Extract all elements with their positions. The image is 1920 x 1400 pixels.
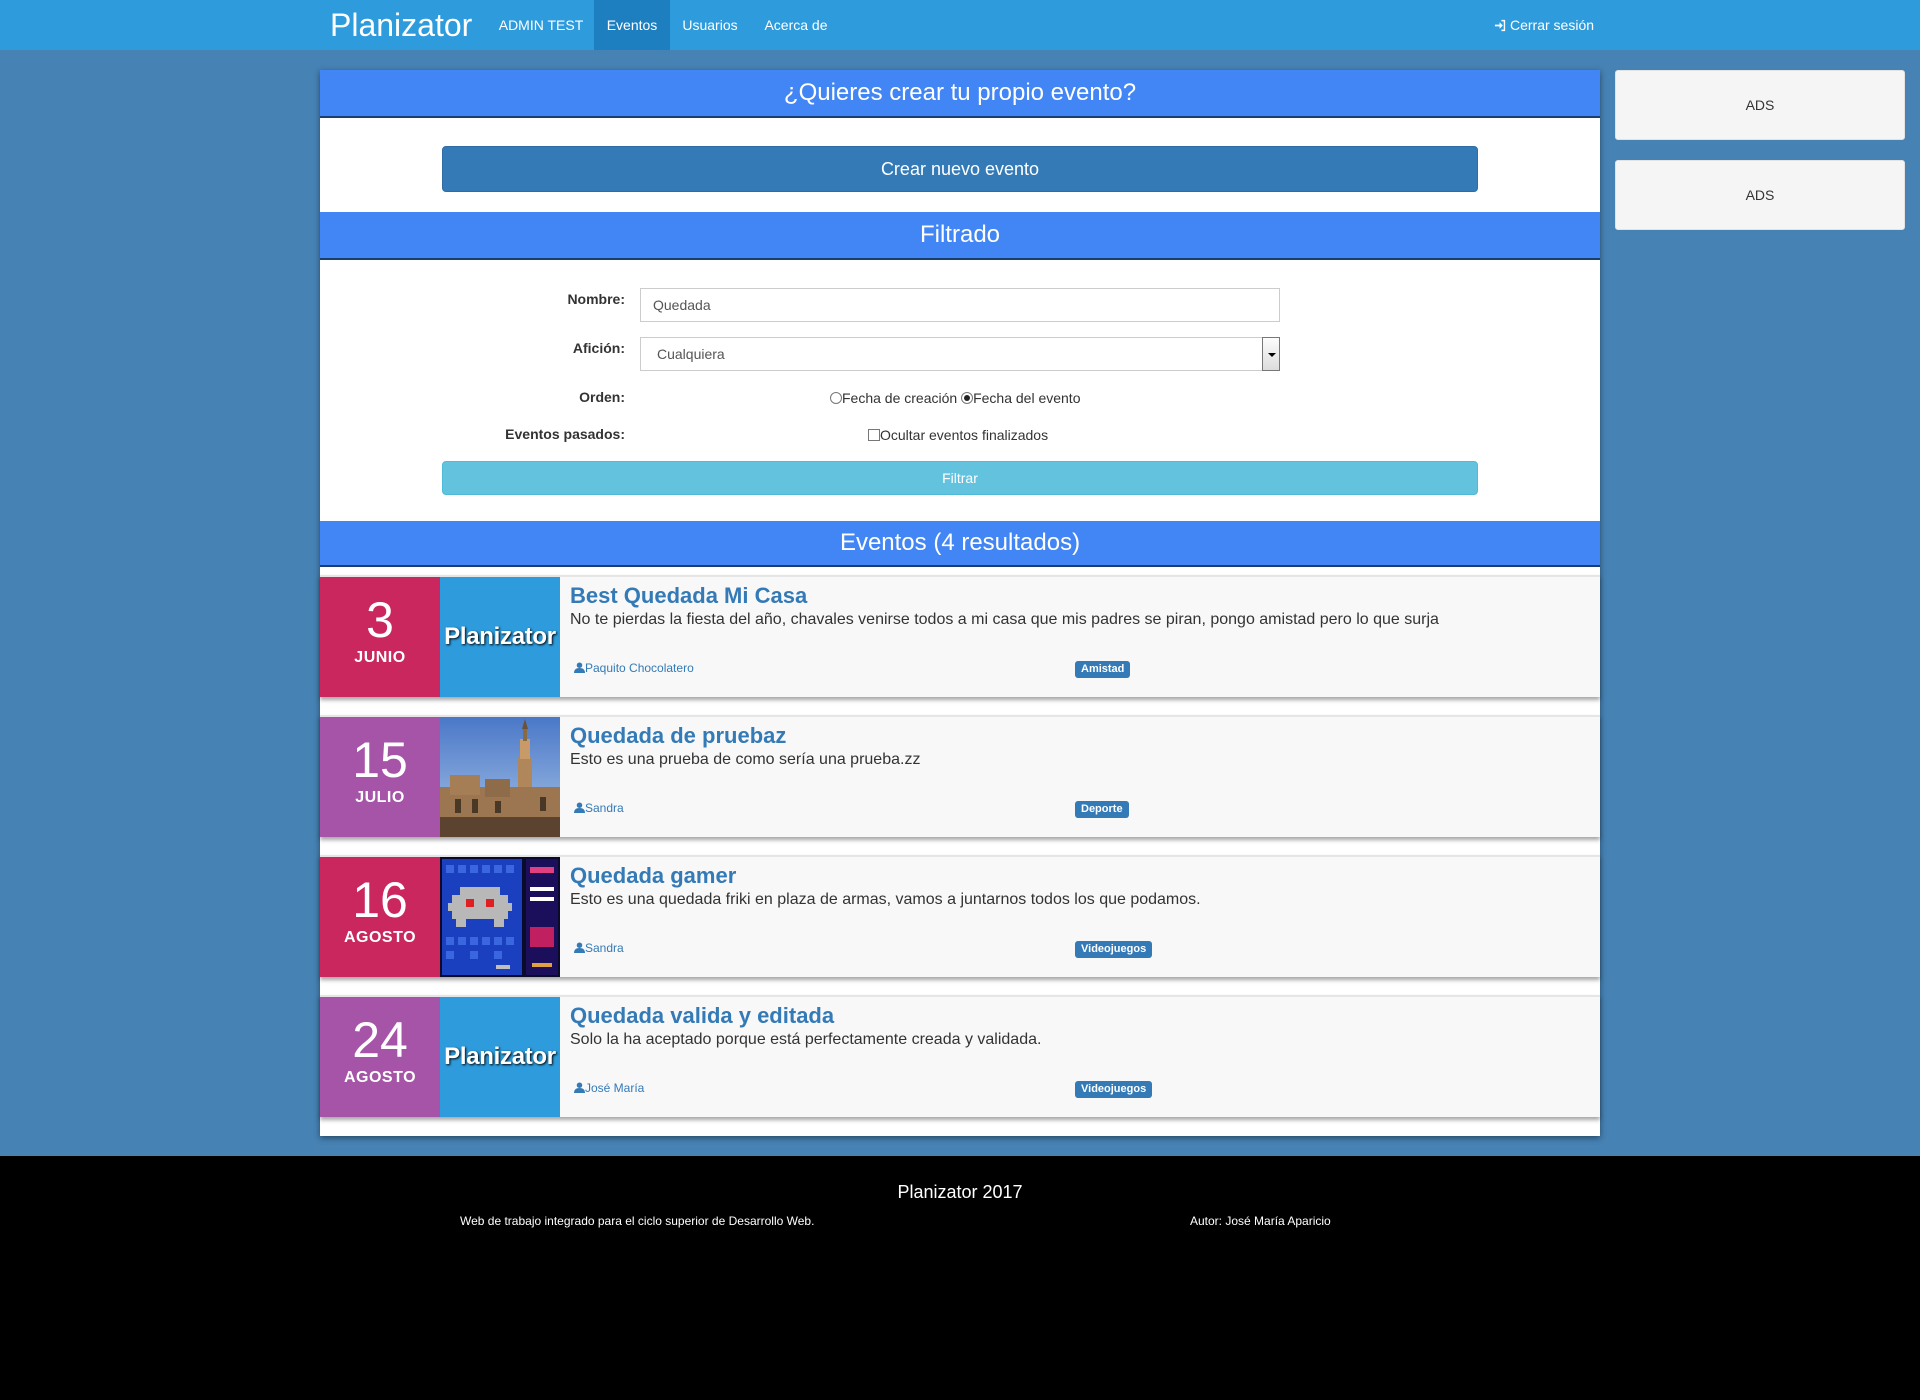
event-thumbnail-logo[interactable]: Planizator	[440, 577, 560, 697]
event-thumbnail-cathedral[interactable]	[440, 717, 560, 837]
hobby-select[interactable]: Cualquiera	[640, 337, 1280, 371]
event-thumbnail-arcade[interactable]	[440, 857, 560, 977]
event-month: AGOSTO	[343, 1069, 417, 1086]
event-author-name: Paquito Chocolatero	[585, 661, 694, 675]
event-tag: Videojuegos	[1075, 1081, 1153, 1098]
event-month: AGOSTO	[343, 929, 417, 946]
hide-finished-checkbox[interactable]	[868, 429, 880, 441]
hobby-select-value: Cualquiera	[657, 346, 725, 362]
event-author[interactable]: Sandra	[574, 801, 624, 815]
event-title[interactable]: Quedada de pruebaz	[570, 723, 786, 749]
brand-logo[interactable]: Planizator	[330, 0, 472, 50]
event-author-name: José María	[585, 1081, 645, 1095]
event-author[interactable]: Sandra	[574, 941, 624, 955]
order-radio-creation[interactable]	[830, 392, 842, 404]
past-events-label: Eventos pasados:	[505, 426, 625, 442]
event-card[interactable]: 24 AGOSTO Planizator Quedada valida y ed…	[320, 995, 1600, 1117]
event-day: 16	[352, 872, 408, 928]
events-section-header: Eventos (4 resultados)	[320, 521, 1600, 567]
event-title[interactable]: Best Quedada Mi Casa	[570, 583, 807, 609]
event-author-name: Sandra	[585, 941, 624, 955]
nav-item-acerca[interactable]: Acerca de	[750, 0, 842, 50]
event-card[interactable]: 3 JUNIO Planizator Best Quedada Mi Casa …	[320, 575, 1600, 697]
filter-button[interactable]: Filtrar	[442, 461, 1478, 495]
event-date: 24 AGOSTO	[320, 997, 440, 1117]
event-title[interactable]: Quedada gamer	[570, 863, 736, 889]
order-radio-group: Fecha de creación Fecha del evento	[830, 390, 1080, 406]
user-icon	[574, 942, 585, 953]
chevron-down-icon[interactable]	[1262, 337, 1280, 371]
event-tag: Videojuegos	[1075, 941, 1153, 958]
name-label: Nombre:	[567, 291, 625, 307]
event-day: 3	[366, 592, 394, 648]
event-author-name: Sandra	[585, 801, 624, 815]
event-date: 3 JUNIO	[320, 577, 440, 697]
order-radio-event-date[interactable]	[961, 392, 974, 404]
logout-link[interactable]: Cerrar sesión	[1494, 0, 1594, 50]
past-events-option: Ocultar eventos finalizados	[868, 427, 1048, 443]
filter-section-header: Filtrado	[320, 212, 1600, 260]
footer-author: Autor: José María Aparicio	[1190, 1214, 1331, 1228]
event-date: 15 JULIO	[320, 717, 440, 837]
event-tag: Deporte	[1075, 801, 1129, 818]
user-icon	[574, 802, 585, 813]
nav-item-usuarios[interactable]: Usuarios	[670, 0, 750, 50]
event-author[interactable]: Paquito Chocolatero	[574, 661, 694, 675]
navbar: Planizator ADMIN TEST Eventos Usuarios A…	[0, 0, 1920, 50]
order-option-creation-label: Fecha de creación	[842, 390, 958, 406]
log-in-icon	[1494, 19, 1506, 32]
hobby-label: Afición:	[572, 340, 625, 356]
event-month: JULIO	[355, 789, 405, 806]
footer-title: Planizator 2017	[897, 1182, 1023, 1202]
footer-description: Web de trabajo integrado para el ciclo s…	[460, 1214, 815, 1228]
order-option-event-label: Fecha del evento	[973, 390, 1081, 406]
footer: Planizator 2017 Web de trabajo integrado…	[0, 1156, 1920, 1400]
event-tag: Amistad	[1075, 661, 1131, 678]
create-section-header: ¿Quieres crear tu propio evento?	[320, 70, 1600, 118]
event-title[interactable]: Quedada valida y editada	[570, 1003, 834, 1029]
event-card[interactable]: 16 AGOSTO Quedada gamer Esto es una qued…	[320, 855, 1600, 977]
user-icon	[574, 1082, 585, 1093]
event-description: Esto es una prueba de como sería una pru…	[570, 751, 921, 768]
nav-item-admin[interactable]: ADMIN TEST	[488, 0, 594, 50]
name-input[interactable]: Quedada	[640, 288, 1280, 322]
event-thumbnail-logo[interactable]: Planizator	[440, 997, 560, 1117]
user-icon	[574, 662, 585, 673]
event-card[interactable]: 15 JULIO Quedada de pruebaz Esto es una …	[320, 715, 1600, 837]
nav-item-eventos[interactable]: Eventos	[594, 0, 670, 50]
event-author[interactable]: José María	[574, 1081, 644, 1095]
event-description: Solo la ha aceptado porque está perfecta…	[570, 1031, 1042, 1048]
event-day: 15	[352, 732, 408, 788]
event-day: 24	[352, 1012, 408, 1068]
logout-label: Cerrar sesión	[1510, 17, 1595, 33]
event-date: 16 AGOSTO	[320, 857, 440, 977]
ad-box[interactable]: ADS	[1615, 70, 1905, 140]
create-event-button[interactable]: Crear nuevo evento	[442, 146, 1478, 192]
main-panel: ¿Quieres crear tu propio evento? Crear n…	[320, 70, 1600, 1136]
hide-finished-label: Ocultar eventos finalizados	[880, 427, 1049, 443]
order-label: Orden:	[579, 389, 625, 405]
event-description: Esto es una quedada friki en plaza de ar…	[570, 891, 1201, 908]
event-month: JUNIO	[354, 649, 406, 666]
event-description: No te pierdas la fiesta del año, chavale…	[570, 611, 1439, 628]
ad-box[interactable]: ADS	[1615, 160, 1905, 230]
